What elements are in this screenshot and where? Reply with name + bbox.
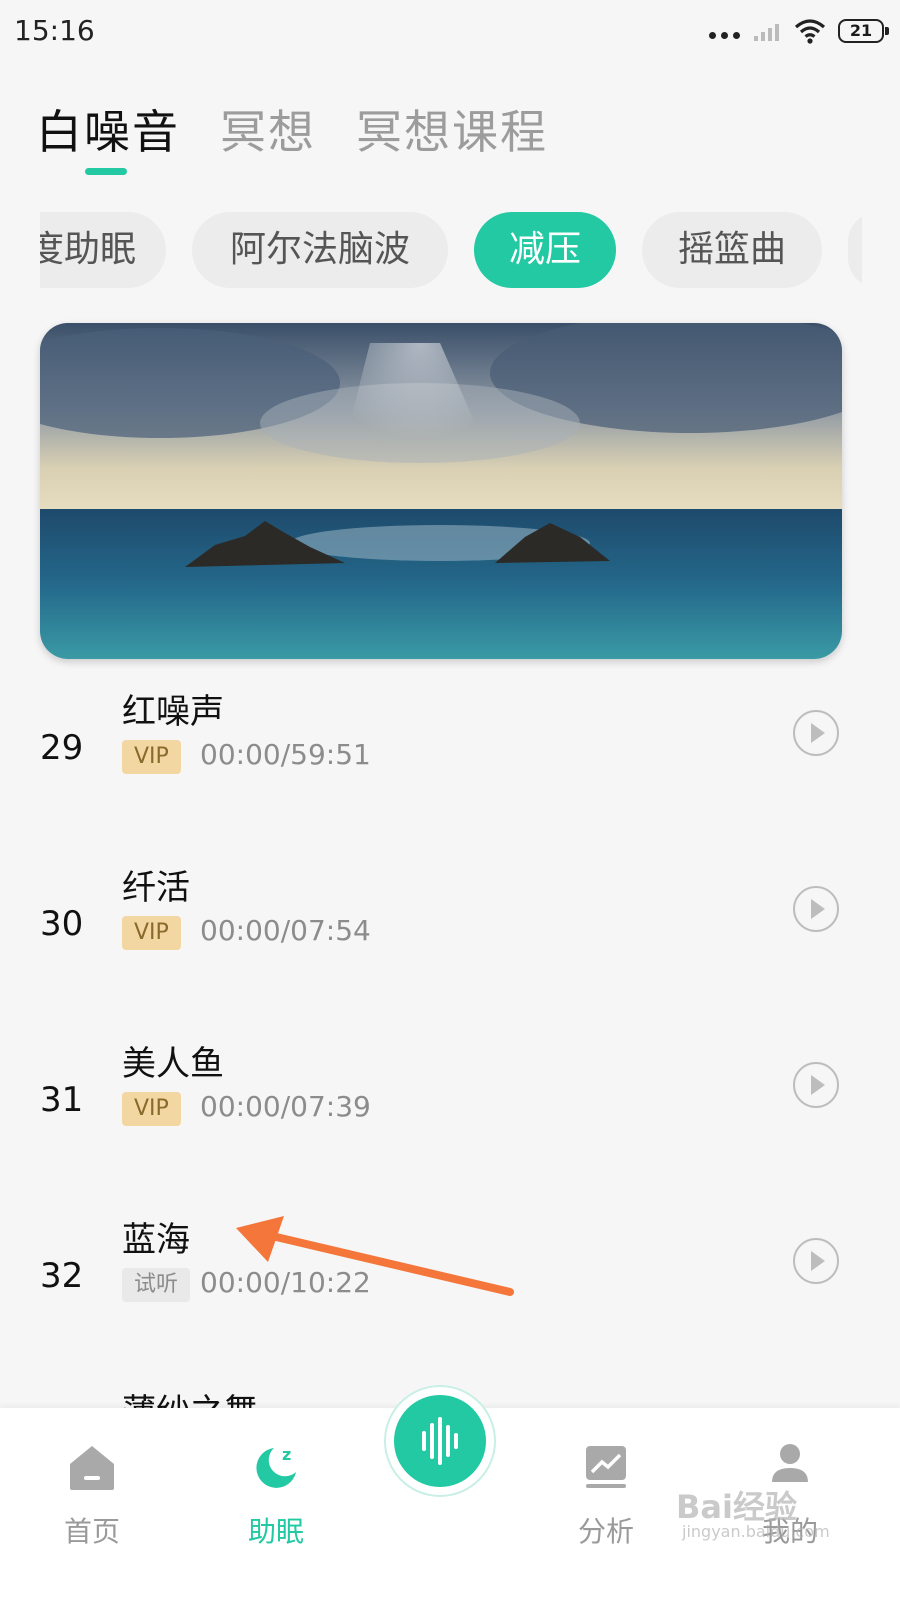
vip-badge: VIP	[122, 1092, 181, 1126]
play-icon[interactable]	[793, 1062, 839, 1108]
chip-next-category[interactable]	[848, 212, 862, 288]
status-bar: 15:16 21	[0, 0, 900, 62]
soundwave-icon	[422, 1417, 458, 1465]
battery-indicator: 21	[838, 19, 889, 43]
next-track-title[interactable]: 薄纱之舞	[122, 1384, 258, 1408]
track-progress-time: 00:00/07:39	[200, 1090, 371, 1123]
trial-badge: 试听	[122, 1268, 191, 1302]
cell-signal-icon	[754, 24, 779, 41]
soundwave-button[interactable]	[384, 1385, 496, 1497]
track-progress-time: 00:00/59:51	[200, 738, 371, 771]
nav-home[interactable]: 首页	[32, 1438, 152, 1550]
more-dots-icon	[709, 31, 740, 39]
home-icon	[70, 1446, 114, 1490]
chip-stress-relief[interactable]: 减压	[474, 212, 616, 288]
nav-sleep[interactable]: z 助眠	[216, 1438, 336, 1550]
tab-meditation-course[interactable]: 冥想课程	[356, 96, 548, 162]
track-number: 29	[40, 728, 84, 768]
status-icons: 21	[709, 16, 889, 46]
play-icon[interactable]	[793, 886, 839, 932]
status-time: 15:16	[14, 14, 95, 47]
nav-analysis-label: 分析	[577, 1515, 634, 1548]
chip-alpha-waves[interactable]: 阿尔法脑波	[192, 212, 448, 288]
chip-deep-sleep[interactable]: 度助眠	[40, 212, 166, 288]
wifi-icon	[794, 19, 826, 44]
play-icon[interactable]	[793, 1238, 839, 1284]
chart-icon	[586, 1446, 626, 1488]
track-progress-time: 00:00/10:22	[200, 1266, 371, 1299]
category-banner-image	[40, 323, 842, 659]
track-row[interactable]: 30 纤活 VIP 00:00/07:54	[0, 868, 900, 1012]
track-number: 31	[40, 1080, 84, 1120]
tab-white-noise[interactable]: 白噪音	[36, 96, 180, 162]
svg-text:z: z	[282, 1445, 291, 1464]
track-number: 30	[40, 904, 84, 944]
track-row[interactable]: 29 红噪声 VIP 00:00/59:51	[0, 692, 900, 836]
category-chip-row[interactable]: 度助眠 阿尔法脑波 减压 摇篮曲	[40, 212, 862, 292]
vip-badge: VIP	[122, 916, 181, 950]
track-title: 蓝海	[122, 1220, 190, 1260]
watermark-url: jingyan.baidu.com	[682, 1522, 830, 1541]
active-tab-indicator	[85, 168, 127, 175]
nav-home-label: 首页	[63, 1515, 120, 1548]
top-tab-bar: 白噪音 冥想 冥想课程	[36, 96, 548, 162]
chip-lullaby[interactable]: 摇篮曲	[642, 212, 822, 288]
track-progress-time: 00:00/07:54	[200, 914, 371, 947]
play-icon[interactable]	[793, 710, 839, 756]
tab-meditation[interactable]: 冥想	[220, 96, 316, 162]
track-row[interactable]: 31 美人鱼 VIP 00:00/07:39	[0, 1044, 900, 1188]
moon-sleep-icon: z	[256, 1445, 296, 1488]
nav-sleep-label: 助眠	[247, 1515, 304, 1548]
vip-badge: VIP	[122, 740, 181, 774]
soundwave-button-inner	[394, 1395, 486, 1487]
track-title: 红噪声	[122, 692, 224, 732]
track-number: 32	[40, 1256, 84, 1296]
track-title: 美人鱼	[122, 1044, 224, 1084]
nav-analysis[interactable]: 分析	[546, 1438, 666, 1550]
track-title: 纤活	[122, 868, 190, 908]
track-row[interactable]: 32 蓝海 试听 00:00/10:22	[0, 1220, 900, 1364]
